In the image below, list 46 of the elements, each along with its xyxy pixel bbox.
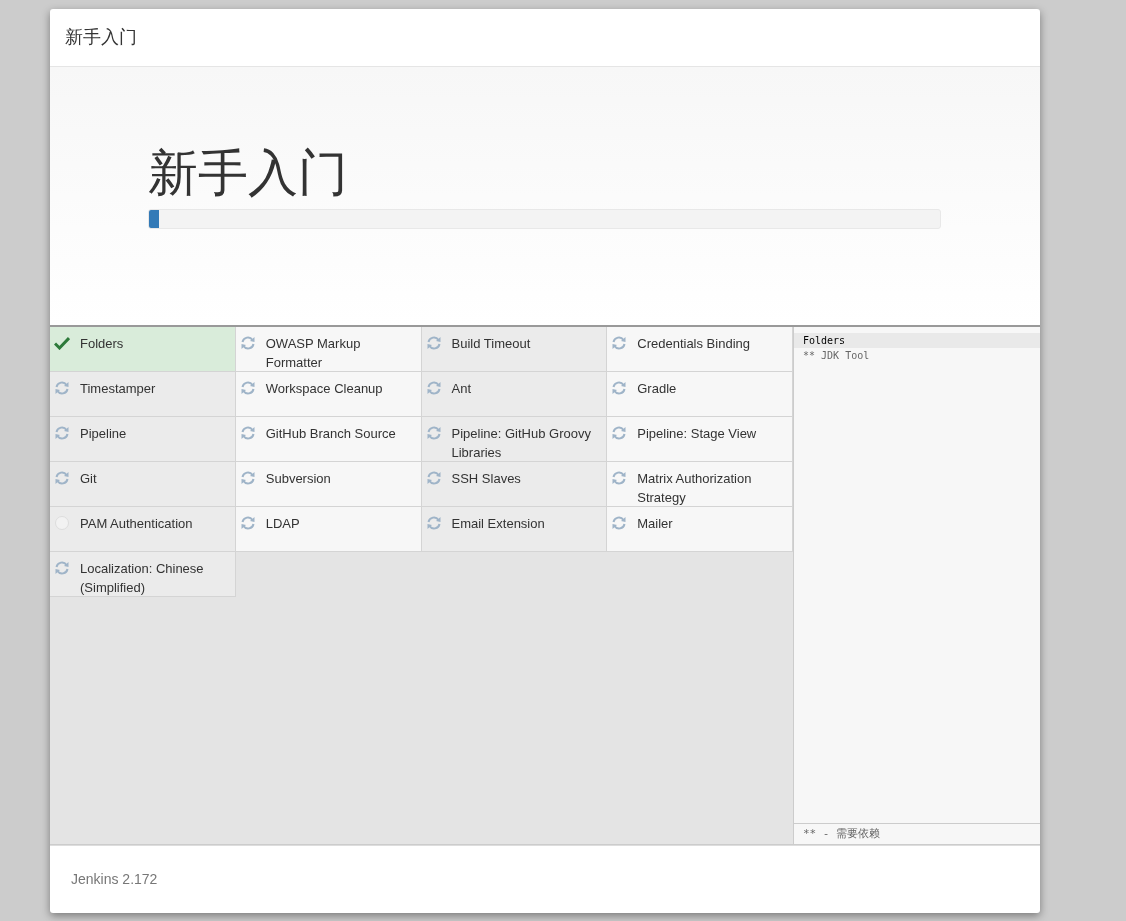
check-icon	[54, 336, 70, 350]
refresh-icon	[425, 471, 442, 485]
refresh-icon	[425, 426, 442, 440]
refresh-icon	[54, 561, 70, 575]
refresh-icon	[611, 336, 628, 350]
plugin-name: SSH Slaves	[451, 470, 521, 488]
plugin-name: Mailer	[637, 515, 673, 533]
refresh-icon	[54, 471, 70, 485]
refresh-icon	[239, 426, 256, 440]
plugin-name: Pipeline	[80, 425, 127, 443]
plugin-name: Build Timeout	[451, 335, 531, 353]
refresh-icon	[611, 516, 628, 530]
plugin-name: Ant	[451, 380, 471, 398]
version-label: Jenkins 2.172	[71, 870, 158, 889]
refresh-icon	[239, 471, 256, 485]
plugin-name: Credentials Binding	[637, 335, 750, 353]
plugin-name: Pipeline: GitHub Groovy Libraries	[451, 425, 592, 461]
refresh-icon	[239, 336, 256, 350]
plugin-name: LDAP	[265, 515, 300, 533]
plugin-name: Gradle	[637, 380, 677, 398]
refresh-icon	[425, 516, 442, 530]
plugin-name: Git	[80, 470, 97, 488]
plugin-name: Email Extension	[451, 515, 545, 533]
plugin-name: Pipeline: Stage View	[637, 425, 757, 443]
plugin-name: Workspace Cleanup	[265, 380, 383, 398]
dialog-title: 新手入门	[65, 26, 137, 49]
refresh-icon	[425, 381, 442, 395]
plugin-name: Subversion	[265, 470, 331, 488]
hero-heading: 新手入门	[148, 144, 349, 203]
refresh-icon	[239, 381, 256, 395]
plugin-name: Folders	[80, 335, 124, 353]
plugin-name: Matrix Authorization Strategy	[637, 470, 753, 506]
refresh-icon	[611, 381, 628, 395]
plugin-name: Timestamper	[80, 380, 156, 398]
legend-text: ** - 需要依赖	[803, 825, 881, 842]
refresh-icon	[239, 516, 256, 530]
refresh-icon	[54, 426, 70, 440]
plugin-name: PAM Authentication	[80, 515, 193, 533]
plugin-name: Localization: Chinese (Simplified)	[80, 560, 205, 596]
plugin-name: OWASP Markup Formatter	[265, 335, 362, 371]
log-line: ** JDK Tool	[802, 349, 871, 363]
refresh-icon	[611, 426, 628, 440]
refresh-icon	[54, 381, 70, 395]
refresh-icon	[611, 471, 628, 485]
plugin-name: GitHub Branch Source	[265, 425, 396, 443]
refresh-icon	[425, 336, 442, 350]
